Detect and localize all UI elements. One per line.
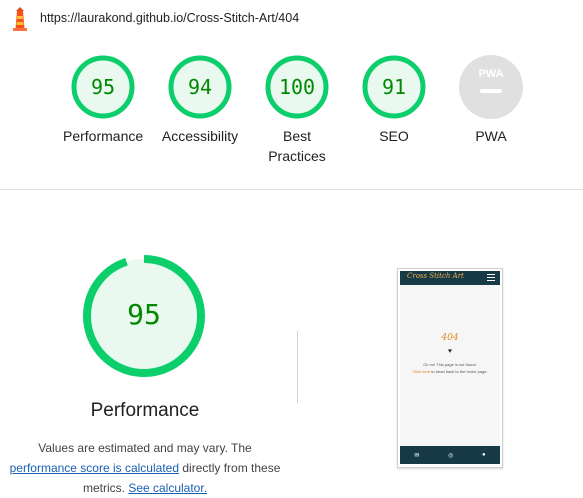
desc-text-2: directly from these bbox=[182, 461, 281, 475]
preview-404-heading: 404 bbox=[441, 333, 459, 343]
gauge-score: 100 bbox=[279, 75, 315, 99]
hamburger-menu-icon bbox=[487, 274, 495, 281]
preview-link-line: Click here to head back to the home page… bbox=[400, 369, 500, 374]
preview-click-here: Click here bbox=[412, 369, 431, 374]
preview-navbar: Cross Stitch Art bbox=[400, 271, 500, 285]
seo-score-ring: 91 bbox=[362, 55, 426, 119]
big-gauge-score: 95 bbox=[127, 298, 161, 331]
mail-icon: ✉ bbox=[414, 452, 420, 459]
gauge-pwa[interactable]: PWA PWA bbox=[451, 55, 531, 146]
gauge-label-line2: Practices bbox=[268, 148, 326, 164]
gauge-label: SEO bbox=[379, 128, 409, 144]
pwa-badge-icon: PWA bbox=[459, 55, 523, 119]
preview-link-rest: to head back to the home page. bbox=[430, 369, 488, 374]
heart-icon: ♥ bbox=[447, 348, 453, 355]
desc-text-1: Values are estimated and may vary. The bbox=[38, 441, 252, 455]
best-practices-score-ring: 100 bbox=[265, 55, 329, 119]
gauge-label-line1: Best bbox=[282, 128, 311, 144]
gauge-best-practices[interactable]: 100 Best Practices bbox=[257, 55, 337, 166]
gauge-score: 95 bbox=[91, 75, 115, 99]
header-divider bbox=[0, 189, 583, 190]
performance-score-ring: 95 bbox=[71, 55, 135, 119]
instagram-icon: ◎ bbox=[448, 452, 454, 459]
gauge-label: PWA bbox=[475, 128, 507, 144]
gauge-label: Accessibility bbox=[161, 128, 239, 144]
performance-score-link[interactable]: performance score is calculated bbox=[10, 461, 179, 475]
pwa-badge-text: PWA bbox=[478, 68, 503, 80]
github-icon: ● bbox=[482, 452, 486, 458]
gauge-label: Best Practices bbox=[257, 126, 337, 166]
gauge-performance[interactable]: 95 Performance bbox=[63, 55, 143, 146]
preview-message: Oh no! This page is not found. bbox=[423, 362, 477, 367]
final-screenshot-thumbnail[interactable]: Cross Stitch Art 404 ♥ Oh no! This page … bbox=[397, 268, 503, 468]
performance-description: Values are estimated and may vary. The p… bbox=[0, 438, 290, 498]
gauge-label: Performance bbox=[63, 128, 144, 144]
gauge-accessibility[interactable]: 94 Accessibility bbox=[160, 55, 240, 146]
gauge-score: 91 bbox=[382, 75, 406, 99]
category-gauges: 95 Performance 94 Accessibility 100 Best… bbox=[0, 0, 583, 190]
section-divider bbox=[297, 331, 298, 403]
performance-title: Performance bbox=[90, 400, 200, 421]
preview-body: 404 ♥ Oh no! This page is not found. Cli… bbox=[400, 285, 500, 446]
gauge-seo[interactable]: 91 SEO bbox=[354, 55, 434, 146]
preview-footer: ✉ ◎ ● bbox=[400, 446, 500, 464]
performance-big-gauge[interactable]: 95 bbox=[82, 254, 206, 378]
desc-text-3: metrics. bbox=[82, 481, 125, 495]
preview-brand: Cross Stitch Art bbox=[407, 272, 464, 280]
gauge-score: 94 bbox=[188, 75, 212, 99]
accessibility-score-ring: 94 bbox=[168, 55, 232, 119]
see-calculator-link[interactable]: See calculator. bbox=[128, 481, 207, 495]
